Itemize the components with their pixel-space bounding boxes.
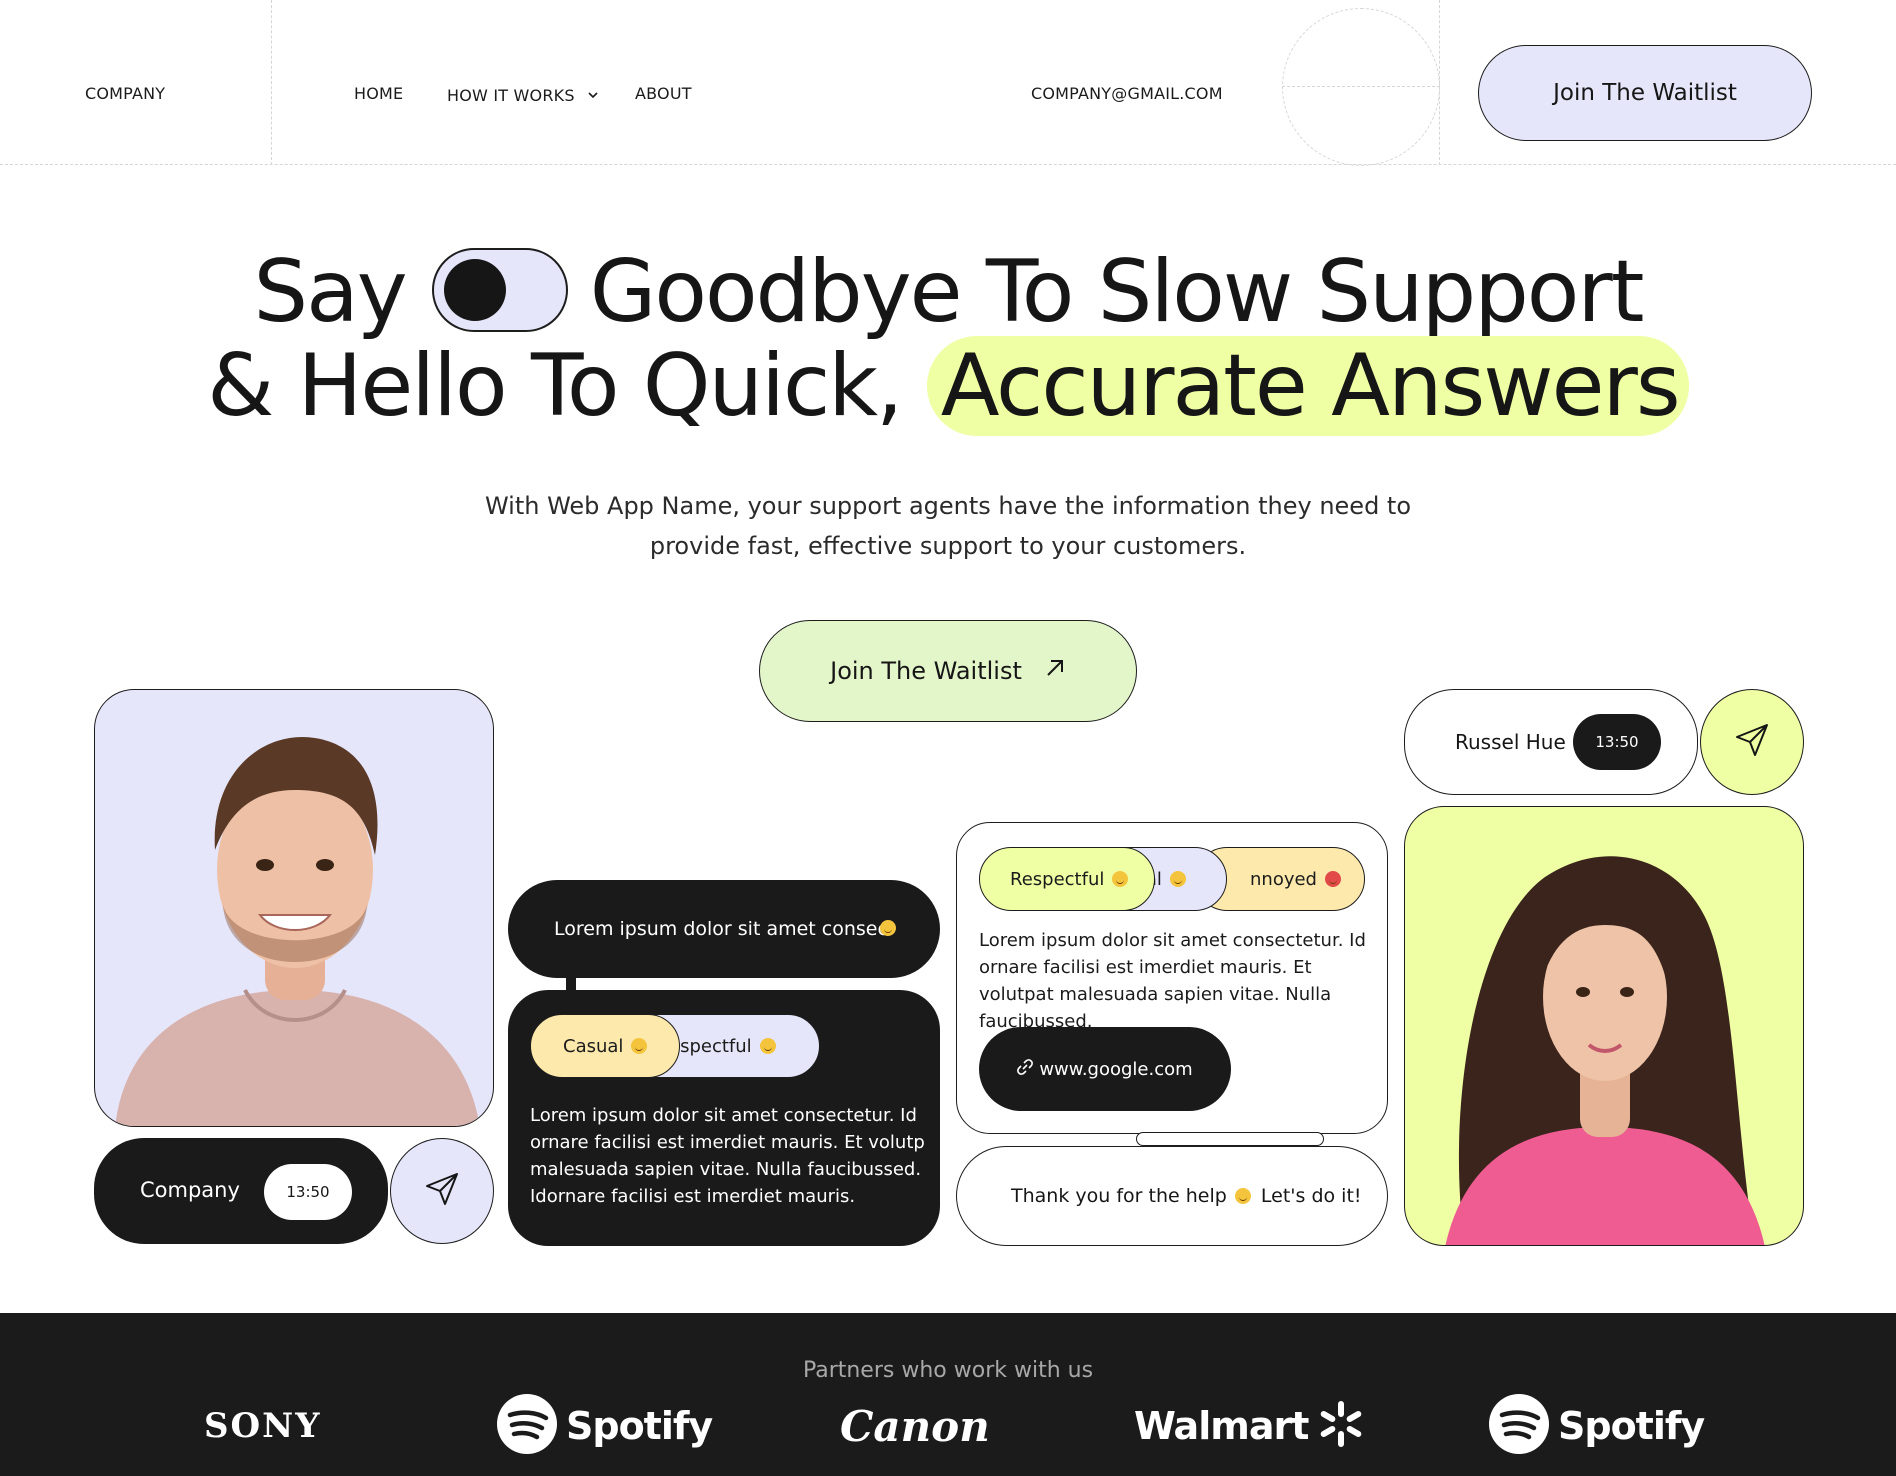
decorative-circle [1282,8,1440,166]
dark-tone-card: appy espectful Casual Lorem ipsum dolor … [508,990,940,1246]
hero-line-1-rest: Goodbye To Slow Support [589,242,1645,342]
emoji-icon [759,1038,776,1054]
agent-photo-card [1404,806,1804,1246]
tone-tag-respectful-light-label: Respectful [1010,868,1105,890]
man-portrait [115,736,480,1126]
hero-subtitle-1: With Web App Name, your support agents h… [484,492,1412,520]
spotify-icon [1488,1393,1550,1459]
canon-logo: Canon [840,1401,990,1451]
link-chip[interactable]: www.google.com [979,1027,1231,1111]
dark-message-text: Lorem ipsum dolor sit amet consec [554,918,888,940]
time-chip: 13:50 [264,1164,352,1220]
spotify-wordmark: Spotify [1558,1404,1705,1448]
emoji-icon [1324,871,1341,887]
walmart-wordmark: Walmart [1134,1404,1309,1448]
join-waitlist-header-button[interactable]: Join The Waitlist [1478,45,1812,141]
hero-headline-line-2: & Hello To Quick, Accurate Answers [0,336,1896,436]
link-icon [1017,1058,1034,1080]
bubble-connector [566,975,576,991]
time-chip: 13:50 [1573,714,1661,770]
tone-tag-respectful-label: espectful [669,1035,752,1057]
join-waitlist-hero-label: Join The Waitlist [830,657,1022,685]
dark-card-body: Lorem ipsum dolor sit amet consectetur. … [530,1105,925,1207]
spotify-wordmark: Spotify [566,1404,713,1448]
tone-tag-casual-label: Casual [563,1035,624,1057]
hero-line-2-start: & Hello To Quick, [207,336,903,436]
send-button[interactable] [1700,689,1804,795]
toggle-knob [443,258,506,321]
decorative-line [1282,86,1440,87]
arrow-up-right-icon [1044,657,1066,685]
toggle-switch[interactable] [431,247,568,332]
header-divider [271,0,272,165]
customer-photo-card [94,689,494,1127]
sony-logo: SONY [204,1406,322,1446]
hero-word-say: Say [253,242,408,342]
hero-headline-line-1: Say Goodbye To Slow Support [0,242,1896,342]
woman-portrait [1445,856,1765,1245]
send-icon [423,1170,461,1212]
spotify-logo: Spotify [1488,1393,1705,1459]
reply-text-end: Let's do it! [1260,1185,1362,1207]
company-logo[interactable]: COMPANY [85,84,165,103]
reply-bubble[interactable]: Thank you for the help Let's do it! [956,1146,1388,1246]
company-name: Company [140,1178,240,1202]
send-button[interactable] [390,1138,494,1244]
dark-message-bubble: Lorem ipsum dolor sit amet consec [508,880,940,978]
walmart-logo: Walmart [1134,1394,1366,1458]
tone-tag-casual[interactable]: Casual [530,1014,680,1078]
spotify-icon [496,1393,558,1459]
russel-chat-pill[interactable]: Russel Hue 13:50 [1404,689,1698,795]
reply-text: Thank you for the help Let's do it! [1011,1185,1362,1207]
tone-tag-annoyed-label: nnoyed [1250,868,1317,890]
reply-text-start: Thank you for the help [1011,1185,1227,1207]
agent-name: Russel Hue [1455,730,1566,754]
partners-label: Partners who work with us [802,1358,1094,1383]
link-url: www.google.com [1039,1058,1193,1080]
nav-how-it-works-label: HOW IT WORKS [447,86,575,105]
send-icon [1733,721,1771,763]
emoji-icon [1169,871,1186,887]
join-waitlist-hero-button[interactable]: Join The Waitlist [759,620,1137,722]
walmart-spark-icon [1316,1399,1366,1453]
nav-how-it-works[interactable]: HOW IT WORKS [447,84,598,105]
light-card-body: Lorem ipsum dolor sit amet consectetur. … [979,930,1366,1032]
bubble-connector [1136,1132,1324,1146]
spotify-logo: Spotify [496,1393,713,1459]
hero-subtitle-2: provide fast, effective support to your … [649,532,1247,560]
chevron-down-icon [588,84,598,103]
hero-highlight: Accurate Answers [926,336,1689,436]
contact-email[interactable]: COMPANY@GMAIL.COM [1031,84,1223,103]
nav-home[interactable]: HOME [354,84,403,103]
emoji-icon [631,1038,648,1054]
company-chat-pill[interactable]: Company 13:50 [94,1138,388,1244]
smile-emoji-icon [1234,1188,1251,1204]
smile-emoji-icon [880,920,896,936]
emoji-icon [1112,871,1129,887]
tone-tag-respectful-light[interactable]: Respectful [979,847,1155,911]
light-tone-card: nnoyed asual Respectful Lorem ipsum dolo… [956,822,1388,1134]
site-header: COMPANY HOME HOW IT WORKS ABOUT COMPANY@… [0,0,1896,166]
nav-about[interactable]: ABOUT [635,84,692,103]
